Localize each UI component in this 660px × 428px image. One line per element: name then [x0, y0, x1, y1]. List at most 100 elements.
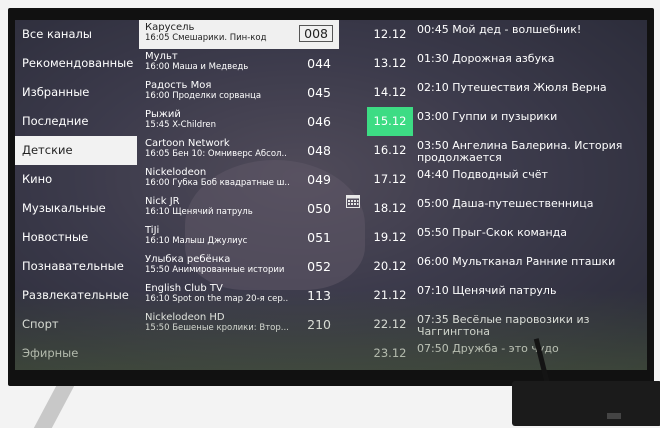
schedule-row[interactable]: 15.12 03:00 Гуппи и пузырики [367, 107, 647, 136]
channel-number: 049 [307, 172, 331, 187]
category-item[interactable]: Избранные [15, 78, 137, 107]
channel-row[interactable]: Nickelodeon 16:00 Губка Боб квадратные ш.… [139, 165, 339, 194]
category-list: Все каналы Рекомендованные Избранные Послед… [15, 20, 137, 370]
channel-number: 008 [299, 25, 333, 42]
channel-number: 045 [307, 85, 331, 100]
schedule-date[interactable]: 17.12 [367, 165, 413, 194]
channel-number: 048 [307, 143, 331, 158]
schedule-program: 05:00 Даша-путешественница [417, 197, 594, 210]
calendar-icon[interactable] [346, 194, 360, 208]
channel-number: 113 [307, 288, 331, 303]
channel-current-program: 16:00 Маша и Медведь [145, 62, 249, 72]
schedule-row[interactable]: 22.12 07:35 Весёлые паровозики из Чаггинг… [367, 310, 647, 339]
schedule-date[interactable]: 13.12 [367, 49, 413, 78]
schedule-date[interactable]: 16.12 [367, 136, 413, 165]
channel-name: Рыжий [145, 109, 181, 120]
schedule-program: 02:10 Путешествия Жюля Верна [417, 81, 607, 94]
schedule-date[interactable]: 23.12 [367, 339, 413, 368]
schedule-program: 07:35 Весёлые паровозики из Чаггингтона [417, 313, 590, 338]
channel-name: Мульт [145, 51, 178, 62]
channel-row[interactable]: Карусель 16:05 Смешарики. Пин-код 008 [139, 20, 339, 49]
schedule-program: 07:50 Дружба - это чудо [417, 342, 559, 355]
channel-current-program: 15:50 Бешеные кролики: Втор... [145, 323, 289, 333]
channel-row[interactable]: Радость Моя 16:00 Проделки сорванца 045 [139, 78, 339, 107]
category-item[interactable]: Кино [15, 165, 137, 194]
channel-current-program: 16:10 Щенячий патруль [145, 207, 253, 217]
channel-name: TiJi [145, 225, 160, 236]
schedule-program: 00:45 Мой дед - волшебник! [417, 23, 582, 36]
schedule-program: 01:30 Дорожная азбука [417, 52, 555, 65]
channel-current-program: 15:45 X-Children [145, 120, 217, 130]
set-top-box [512, 381, 660, 426]
schedule-row[interactable]: 20.12 06:00 Мультканал Ранние пташки [367, 252, 647, 281]
schedule-program: 04:40 Подводный счёт [417, 168, 548, 181]
schedule-row[interactable]: 21.12 07:10 Щенячий патруль [367, 281, 647, 310]
schedule-date[interactable]: 18.12 [367, 194, 413, 223]
channel-current-program: 15:50 Анимированные истории [145, 265, 285, 275]
channel-row[interactable]: English Club TV 16:10 Spot on the map 20-… [139, 281, 339, 310]
schedule-program: 06:00 Мультканал Ранние пташки [417, 255, 616, 268]
category-item[interactable]: Развлекательные [15, 281, 137, 310]
channel-name: Nickelodeon [145, 167, 207, 178]
category-item[interactable]: Детские [15, 136, 137, 165]
schedule-row[interactable]: 19.12 05:50 Прыг-Скок команда [367, 223, 647, 252]
schedule-date[interactable]: 20.12 [367, 252, 413, 281]
channel-number: 046 [307, 114, 331, 129]
channel-number: 050 [307, 201, 331, 216]
schedule-program: 05:50 Прыг-Скок команда [417, 226, 568, 239]
schedule-date[interactable]: 22.12 [367, 310, 413, 339]
channel-name: Cartoon Network [145, 138, 230, 149]
schedule-row[interactable]: 18.12 05:00 Даша-путешественница [367, 194, 647, 223]
channel-row[interactable]: Nickelodeon HD 15:50 Бешеные кролики: Вто… [139, 310, 339, 339]
channel-name: Радость Моя [145, 80, 212, 91]
category-item[interactable]: Эфирные [15, 339, 137, 368]
schedule-program: 03:50 Ангелина Балерина. История продолж… [417, 139, 623, 164]
schedule-row[interactable]: 16.12 03:50 Ангелина Балерина. История пр… [367, 136, 647, 165]
schedule-row[interactable]: 12.12 00:45 Мой дед - волшебник! [367, 20, 647, 49]
schedule-row[interactable]: 23.12 07:50 Дружба - это чудо [367, 339, 647, 368]
channel-row[interactable]: Рыжий 15:45 X-Children 046 [139, 107, 339, 136]
schedule-date[interactable]: 14.12 [367, 78, 413, 107]
channel-row[interactable]: Cartoon Network 16:05 Бен 10: Омниверс Аб… [139, 136, 339, 165]
schedule-program: 07:10 Щенячий патруль [417, 284, 557, 297]
schedule-date[interactable]: 19.12 [367, 223, 413, 252]
category-item[interactable]: Познавательные [15, 252, 137, 281]
category-item[interactable]: Новостные [15, 223, 137, 252]
channel-current-program: 16:10 Spot on the map 20-я сер.. [145, 294, 289, 304]
schedule-date[interactable]: 15.12 [367, 107, 413, 136]
channel-name: English Club TV [145, 283, 223, 294]
usb-port [607, 413, 621, 419]
schedule-program: 03:00 Гуппи и пузырики [417, 110, 558, 123]
category-item[interactable]: Музыкальные [15, 194, 137, 223]
channel-name: Улыбка ребёнка [145, 254, 231, 265]
channel-name: Карусель [145, 22, 195, 33]
channel-row[interactable]: TiJi 16:10 Малыш Джулиус 051 [139, 223, 339, 252]
channel-number: 051 [307, 230, 331, 245]
channel-current-program: 16:05 Смешарики. Пин-код [145, 33, 267, 43]
channel-number: 052 [307, 259, 331, 274]
tv-stand [33, 386, 75, 428]
channel-name: Nick JR [145, 196, 180, 207]
channel-current-program: 16:10 Малыш Джулиус [145, 236, 248, 246]
category-item[interactable]: Рекомендованные [15, 49, 137, 78]
channel-row[interactable]: Мульт 16:00 Маша и Медведь 044 [139, 49, 339, 78]
channel-current-program: 16:05 Бен 10: Омниверс Абсол.. [145, 149, 287, 159]
channel-current-program: 16:00 Проделки сорванца [145, 91, 262, 101]
schedule-date[interactable]: 21.12 [367, 281, 413, 310]
schedule-row[interactable]: 17.12 04:40 Подводный счёт [367, 165, 647, 194]
channel-name: Nickelodeon HD [145, 312, 225, 323]
category-item[interactable]: Последние [15, 107, 137, 136]
category-item[interactable]: Спорт [15, 310, 137, 339]
channel-list: Карусель 16:05 Смешарики. Пин-код 008 Мульт… [139, 20, 339, 370]
tv-screen: Все каналы Рекомендованные Избранные Послед… [15, 20, 647, 370]
category-item[interactable]: Все каналы [15, 20, 137, 49]
schedule-list: 12.12 00:45 Мой дед - волшебник! 13.12 01:3… [367, 20, 647, 370]
channel-number: 044 [307, 56, 331, 71]
schedule-date[interactable]: 12.12 [367, 20, 413, 49]
channel-row[interactable]: Nick JR 16:10 Щенячий патруль 050 [139, 194, 339, 223]
channel-current-program: 16:00 Губка Боб квадратные ш.. [145, 178, 290, 188]
schedule-row[interactable]: 14.12 02:10 Путешествия Жюля Верна [367, 78, 647, 107]
schedule-row[interactable]: 13.12 01:30 Дорожная азбука [367, 49, 647, 78]
channel-number: 210 [307, 317, 331, 332]
channel-row[interactable]: Улыбка ребёнка 15:50 Анимированные истори… [139, 252, 339, 281]
